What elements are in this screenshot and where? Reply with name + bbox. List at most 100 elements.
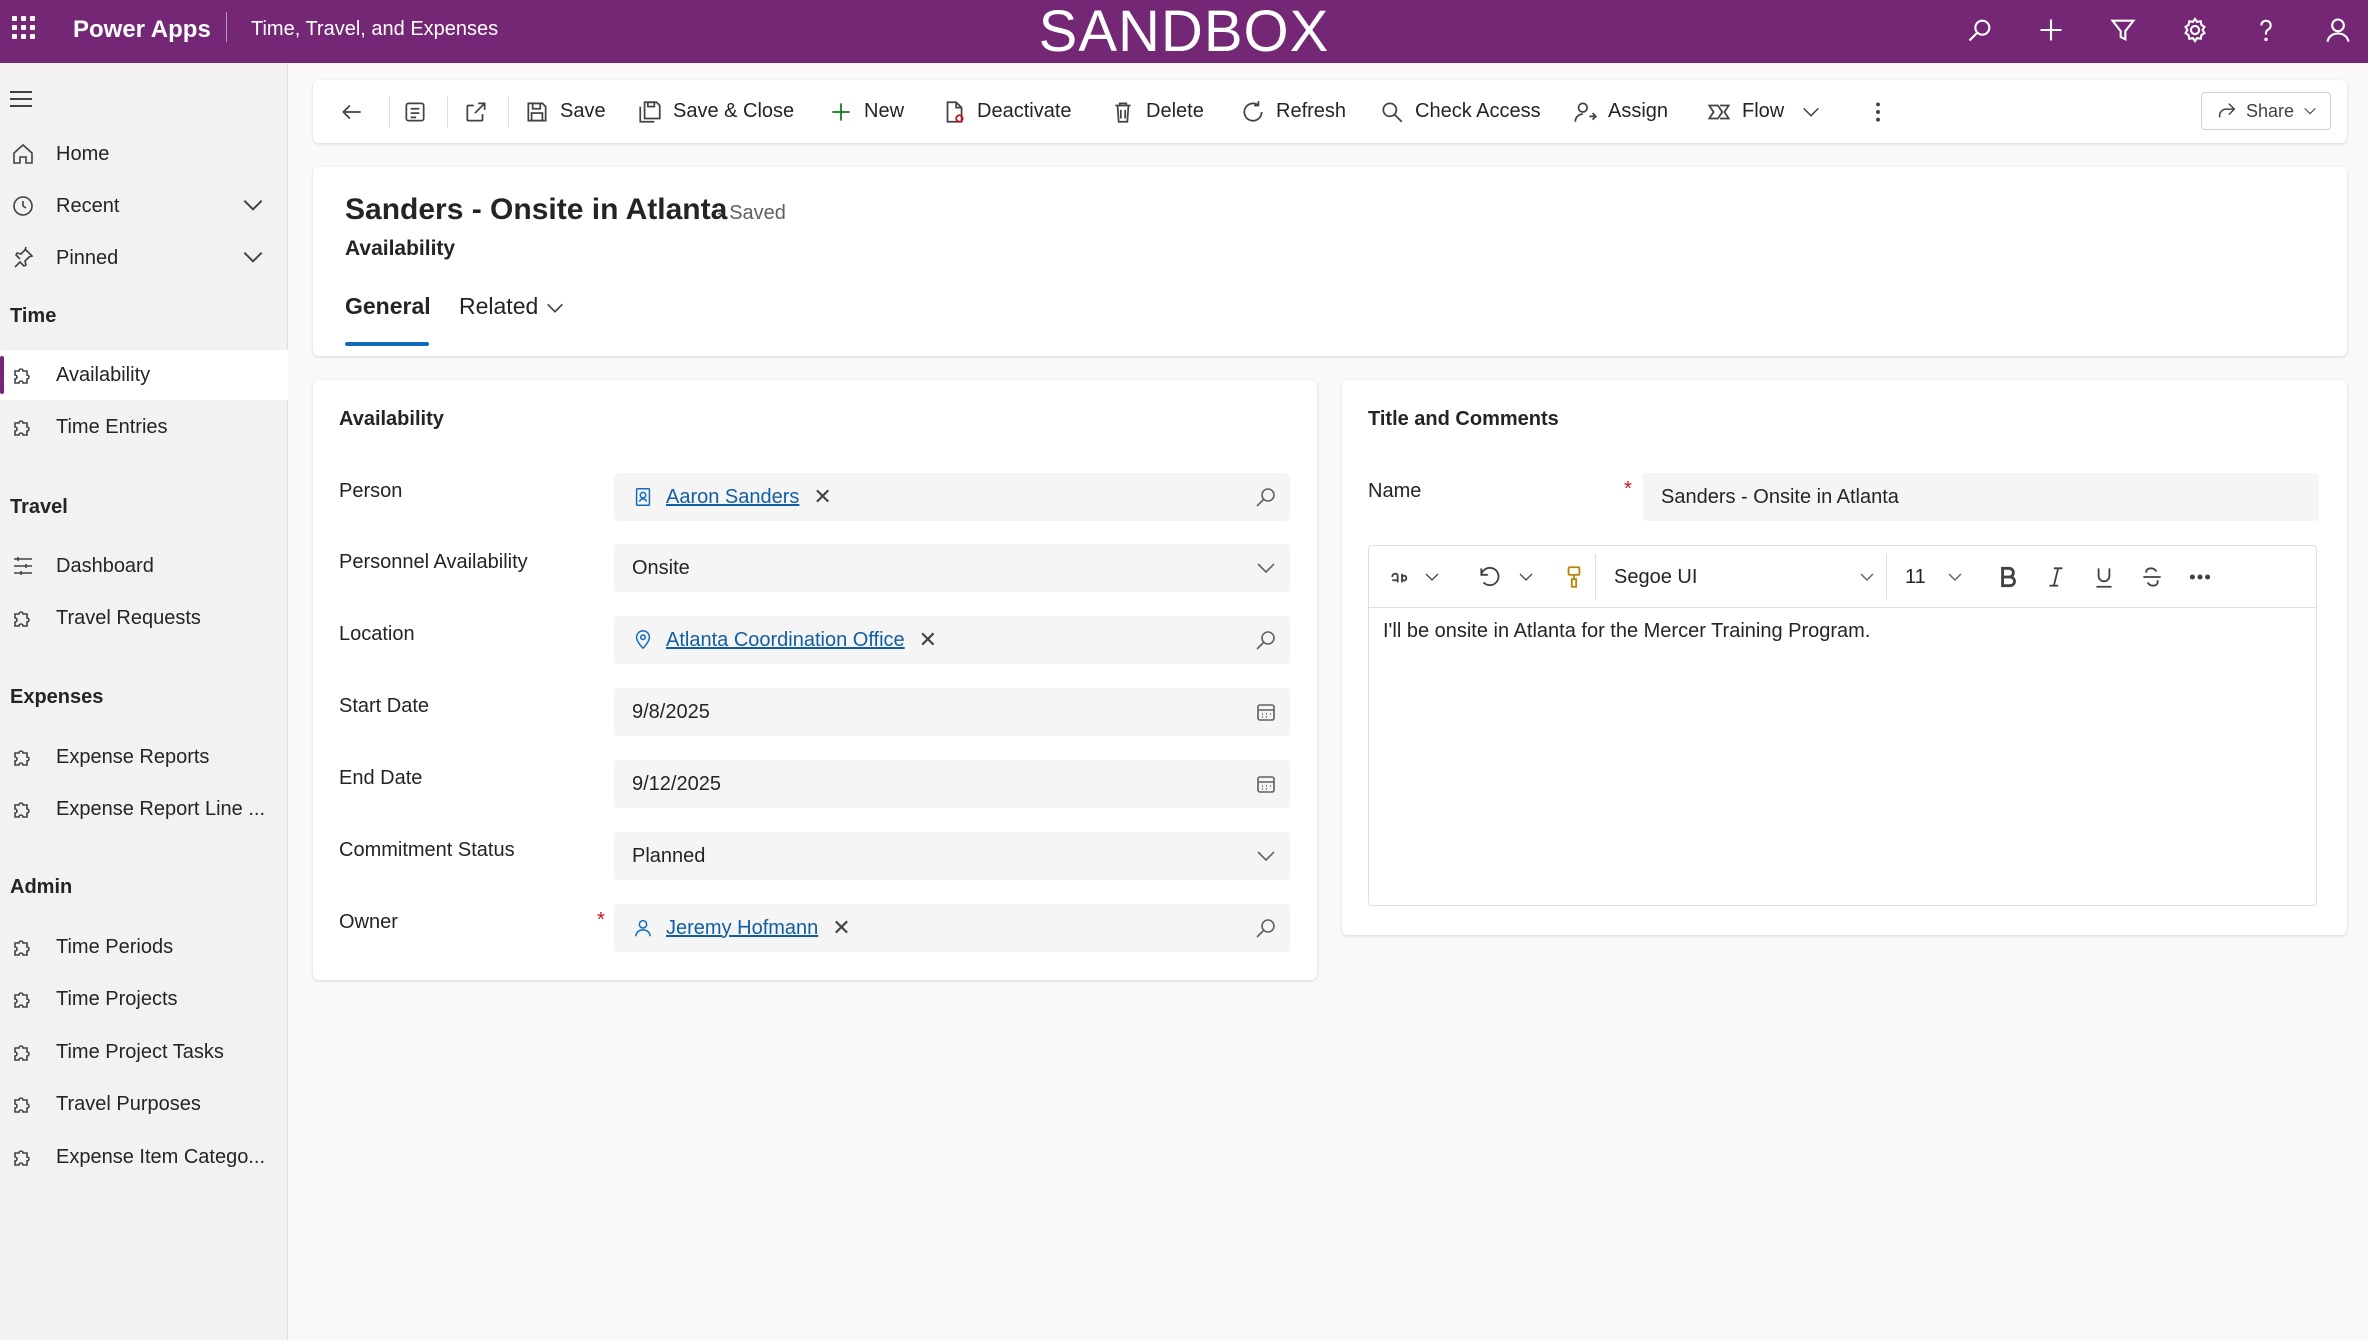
sidebar-item-travel-purposes[interactable]: Travel Purposes	[0, 1079, 288, 1129]
italic-button[interactable]	[2043, 562, 2069, 592]
save-close-button[interactable]: Save & Close	[637, 80, 794, 143]
help-icon[interactable]	[2248, 12, 2284, 48]
assign-label: Assign	[1608, 100, 1669, 122]
person-label: Person	[339, 480, 403, 502]
back-button[interactable]	[339, 80, 365, 143]
remove-value-icon[interactable]: ✕	[832, 915, 850, 941]
location-link[interactable]: Atlanta Coordination Office	[666, 629, 905, 652]
command-separator	[508, 96, 509, 128]
search-icon[interactable]	[1252, 483, 1280, 511]
sidebar-item-time-project-tasks[interactable]: Time Project Tasks	[0, 1027, 288, 1077]
sidebar-item-pinned[interactable]: Pinned	[0, 233, 288, 283]
comment-text[interactable]: I'll be onsite in Atlanta for the Mercer…	[1383, 620, 1870, 643]
sidebar-item-time-entries[interactable]: Time Entries	[0, 402, 288, 452]
more-formatting-button[interactable]	[2187, 562, 2213, 592]
format-painter-button[interactable]	[1561, 562, 1587, 592]
calendar-icon[interactable]	[1252, 698, 1280, 726]
sidebar-item-home[interactable]: Home	[0, 129, 288, 179]
sidebar-item-label: Expense Report Line ...	[56, 797, 266, 820]
flow-button[interactable]: Flow	[1706, 80, 1822, 143]
chevron-down-icon	[547, 303, 564, 313]
save-button[interactable]: Save	[524, 80, 606, 143]
bold-button[interactable]	[1995, 562, 2021, 592]
search-icon[interactable]	[1962, 12, 1998, 48]
required-indicator: *	[1624, 478, 1632, 500]
sidebar-item-time-periods[interactable]: Time Periods	[0, 922, 288, 972]
location-lookup[interactable]: Atlanta Coordination Office ✕	[614, 616, 1290, 664]
sidebar-item-expense-reports[interactable]: Expense Reports	[0, 732, 288, 782]
delete-button[interactable]: Delete	[1110, 80, 1204, 143]
rich-text-editor[interactable]: Segoe UI 11 I'll be onsite in Atlanta fo…	[1368, 545, 2317, 906]
section-title: Availability	[339, 408, 444, 430]
start-date-input[interactable]: 9/8/2025	[614, 688, 1290, 736]
start-date-label: Start Date	[339, 695, 430, 717]
sidebar-item-label: Travel Requests	[56, 606, 201, 629]
underline-button[interactable]	[2091, 562, 2117, 592]
hamburger-menu-icon[interactable]	[10, 89, 34, 109]
sidebar-item-expense-item-categories[interactable]: Expense Item Catego...	[0, 1132, 288, 1182]
check-access-button[interactable]: Check Access	[1379, 80, 1541, 143]
chevron-down-icon[interactable]	[1252, 842, 1280, 870]
new-button[interactable]: New	[828, 80, 904, 143]
font-size-select[interactable]: 11	[1886, 554, 1974, 600]
person-lookup[interactable]: Aaron Sanders ✕	[614, 473, 1290, 521]
gear-icon[interactable]	[2177, 12, 2213, 48]
sidebar-item-label: Travel Purposes	[56, 1092, 201, 1115]
rte-toolbar: Segoe UI 11	[1369, 546, 2316, 608]
delete-label: Delete	[1146, 100, 1204, 122]
calendar-icon[interactable]	[1252, 770, 1280, 798]
person-link[interactable]: Aaron Sanders	[666, 486, 799, 509]
trash-icon	[1115, 101, 1131, 123]
plus-icon[interactable]	[2033, 12, 2069, 48]
search-icon[interactable]	[1252, 914, 1280, 942]
filter-icon[interactable]	[2105, 12, 2141, 48]
chevron-down-icon[interactable]	[240, 244, 268, 272]
user-profile-icon[interactable]	[2320, 12, 2356, 48]
owner-link[interactable]: Jeremy Hofmann	[666, 917, 818, 940]
puzzle-icon	[10, 1144, 36, 1170]
new-label: New	[864, 100, 905, 122]
sidebar: Home Recent Pinned Time Availability Tim…	[0, 63, 288, 1340]
undo-button[interactable]	[1477, 562, 1535, 592]
required-indicator: *	[597, 909, 605, 931]
refresh-icon	[1243, 100, 1263, 122]
text-style-button[interactable]	[1389, 562, 1441, 592]
more-commands-button[interactable]	[1865, 80, 1891, 143]
sidebar-item-travel-requests[interactable]: Travel Requests	[0, 593, 288, 643]
sidebar-item-time-projects[interactable]: Time Projects	[0, 974, 288, 1024]
tab-general[interactable]: General	[345, 293, 431, 320]
assign-button[interactable]: Assign	[1572, 80, 1668, 143]
search-icon[interactable]	[1252, 626, 1280, 654]
sidebar-item-dashboard[interactable]: Dashboard	[0, 541, 288, 591]
chevron-down-icon[interactable]	[1252, 554, 1280, 582]
save-icon	[527, 101, 547, 122]
sidebar-item-recent[interactable]: Recent	[0, 181, 288, 231]
puzzle-icon	[10, 986, 36, 1012]
command-separator	[447, 96, 448, 128]
personnel-availability-select[interactable]: Onsite	[614, 544, 1290, 592]
form-view-button[interactable]	[402, 80, 428, 143]
sidebar-item-expense-report-lines[interactable]: Expense Report Line ...	[0, 784, 288, 834]
person-icon	[632, 917, 654, 939]
commitment-status-select[interactable]: Planned	[614, 832, 1290, 880]
top-bar: Power Apps Time, Travel, and Expenses SA…	[0, 0, 2368, 64]
sidebar-item-availability[interactable]: Availability	[0, 350, 288, 400]
more-vertical-icon	[1876, 101, 1880, 122]
form-icon	[405, 101, 425, 122]
refresh-button[interactable]: Refresh	[1240, 80, 1346, 143]
section-heading-travel: Travel	[10, 496, 68, 518]
owner-lookup[interactable]: Jeremy Hofmann ✕	[614, 904, 1290, 952]
sidebar-item-label: Availability	[56, 363, 151, 386]
tab-related[interactable]: Related	[459, 293, 566, 320]
chevron-down-icon[interactable]	[240, 192, 268, 220]
strikethrough-button[interactable]	[2139, 562, 2165, 592]
open-new-window-button[interactable]	[463, 80, 489, 143]
deactivate-button[interactable]: Deactivate	[941, 80, 1072, 143]
end-date-input[interactable]: 9/12/2025	[614, 760, 1290, 808]
sidebar-item-label: Home	[56, 142, 110, 165]
font-family-select[interactable]: Segoe UI	[1595, 554, 1886, 600]
remove-value-icon[interactable]: ✕	[919, 627, 937, 653]
share-button[interactable]: Share	[2201, 92, 2331, 130]
remove-value-icon[interactable]: ✕	[813, 484, 831, 510]
name-input[interactable]: Sanders - Onsite in Atlanta	[1643, 473, 2319, 521]
